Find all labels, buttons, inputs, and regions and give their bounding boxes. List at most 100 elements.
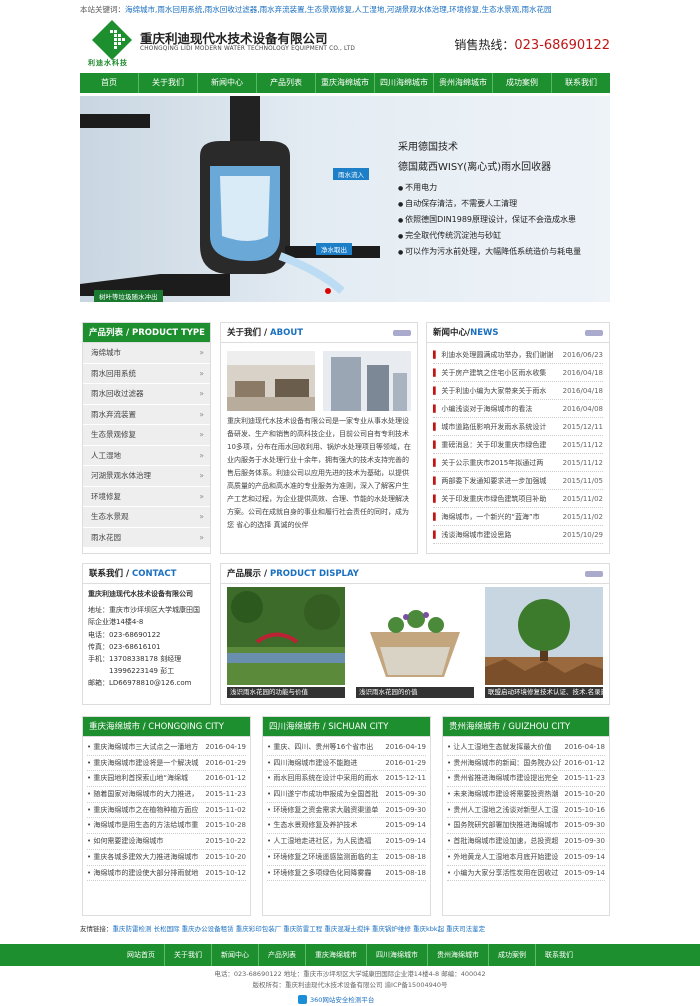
product-item[interactable]: 环境修复 [83, 486, 210, 507]
list-item[interactable]: 四川海绵城市建设不能跑进2016-01-29 [267, 756, 426, 772]
footer-nav-chongqing[interactable]: 重庆海绵城市 [306, 944, 367, 966]
display-item[interactable]: 浅识雨水花园的功能与价值 [227, 587, 345, 698]
list-item-title[interactable]: 雨水回用系统在设计中采用的雨水 [267, 771, 382, 786]
logo-icon[interactable] [90, 18, 134, 62]
list-item[interactable]: 环境修复之环境遥感监测面临的主2015-08-18 [267, 850, 426, 866]
list-item[interactable]: 重庆海绵城市之在植物种植方面应2015-11-02 [87, 803, 246, 819]
list-item-title[interactable]: 海绵城市的建设使大部分排雨就地 [87, 866, 202, 881]
list-item[interactable]: 贵州海绵城市的新闻：国务院办公厅2016-01-12 [447, 756, 605, 772]
list-item[interactable]: 未来海绵城市建设将需要投资热潮2015-10-20 [447, 787, 605, 803]
list-item[interactable]: 小编为大家分享活性炭用在因收过2015-09-14 [447, 866, 605, 882]
display-caption[interactable]: 联盟启动环境修复技术认证、技术.名录建 [485, 687, 603, 698]
footer-nav-guizhou[interactable]: 贵州海绵城市 [428, 944, 489, 966]
list-item[interactable]: 海绵城市的建设使大部分排雨就地2015-10-12 [87, 866, 246, 882]
friend-links-list[interactable]: 重庆防雷检测 长松国际 重庆办公设备租赁 重庆彩印包装厂 重庆防雷工程 重庆混凝… [113, 925, 486, 933]
footer-nav-cases[interactable]: 成功案例 [489, 944, 536, 966]
product-item[interactable]: 生态景观修复 [83, 425, 210, 446]
security-badge-text[interactable]: 360网站安全检测平台 [310, 994, 374, 1004]
list-item-title[interactable]: 未来海绵城市建设将需要投资热潮 [447, 787, 561, 802]
list-item[interactable]: 重庆各城多建效大力推进海绵城市2015-10-20 [87, 850, 246, 866]
list-item-title[interactable]: 重庆海绵城市三大试点之一潘地方 [87, 740, 202, 755]
display-caption[interactable]: 浅识雨水花园的价值 [356, 687, 474, 698]
security-badge[interactable]: 360网站安全检测平台 [298, 994, 374, 1004]
news-item-title[interactable]: 关于房产建筑之住宅小区雨水收集 [441, 364, 558, 381]
news-item[interactable]: ▌ 利迪水处理圆满成功举办，我们谢谢 2016/06/23 [433, 346, 603, 364]
list-item-title[interactable]: 贵州人工湿地之浅谈对新型人工湿 [447, 803, 561, 818]
list-item-title[interactable]: 海绵城市是用生态的方法给城市重 [87, 818, 202, 833]
product-item[interactable]: 雨水回用系统 [83, 363, 210, 384]
list-item[interactable]: 国务院研究部署加快推进海绵城市2015-09-30 [447, 818, 605, 835]
product-item[interactable]: 生态水景观 [83, 507, 210, 528]
nav-guizhou[interactable]: 贵州海绵城市 [434, 73, 493, 93]
news-item-title[interactable]: 海绵城市，一个新兴的“蓝海”市 [441, 508, 558, 525]
display-item[interactable]: 联盟启动环境修复技术认证、技术.名录建 [485, 587, 603, 698]
list-item[interactable]: 重庆海绵城市建设将是一个解决城2016-01-29 [87, 756, 246, 772]
list-item-title[interactable]: 四川遂宁市成功申报成为全国首批 [267, 787, 382, 802]
list-item-title[interactable]: 重庆、四川、贵州等16个省市出 [267, 740, 382, 755]
list-item[interactable]: 外地黄龙人工湿地本月底开始建设2015-09-14 [447, 850, 605, 866]
news-item-title[interactable]: 城市道路低影响开发雨水系统设计 [441, 418, 558, 435]
more-icon[interactable] [393, 330, 411, 336]
list-item-title[interactable]: 重庆海绵城市建设将是一个解决城 [87, 756, 202, 771]
news-item[interactable]: ▌ 关于利迪小编为大家带来关于雨水 2016/04/18 [433, 382, 603, 400]
list-item[interactable]: 重庆园地利首探索山地“海绵城2016-01-12 [87, 771, 246, 788]
list-item[interactable]: 雨水回用系统在设计中采用的雨水2015-12-11 [267, 771, 426, 788]
news-item[interactable]: ▌ 关于房产建筑之住宅小区雨水收集 2016/04/18 [433, 364, 603, 382]
list-item[interactable]: 随着国家对海绵城市的大力推进，2015-11-23 [87, 787, 246, 803]
product-item[interactable]: 海绵城市 [83, 343, 210, 364]
keywords-links[interactable]: 海绵城市,雨水回用系统,雨水回收过滤器,雨水弃流装置,生态景观修复,人工湿地,河… [125, 5, 551, 14]
list-item[interactable]: 首批海绵城市建设加速，总投资超2015-09-30 [447, 834, 605, 850]
news-item[interactable]: ▌ 浅谈海绵城市建设思路 2015/10/29 [433, 526, 603, 544]
news-item-title[interactable]: 关于公示重庆市2015年拟通过两 [441, 454, 558, 471]
nav-home[interactable]: 首页 [80, 73, 139, 93]
nav-products[interactable]: 产品列表 [257, 73, 316, 93]
product-item[interactable]: 河湖景观水体治理 [83, 466, 210, 487]
footer-nav-home[interactable]: 网站首页 [118, 944, 165, 966]
more-icon[interactable] [585, 330, 603, 336]
footer-nav-about[interactable]: 关于我们 [165, 944, 212, 966]
list-item[interactable]: 如何需要建设海绵城市2015-10-22 [87, 834, 246, 850]
list-item-title[interactable]: 小编为大家分享活性炭用在因收过 [447, 866, 561, 881]
slider-dot-active[interactable] [325, 288, 331, 294]
list-item[interactable]: 贵州人工湿地之浅谈对新型人工湿2015-10-16 [447, 803, 605, 819]
list-item-title[interactable]: 人工湿地走进社区，为人民造福 [267, 834, 382, 849]
news-item-title[interactable]: 重磅消息：关于印发重庆市绿色建 [441, 436, 558, 453]
footer-nav-news[interactable]: 新闻中心 [212, 944, 259, 966]
news-item[interactable]: ▌ 重磅消息：关于印发重庆市绿色建 2015/11/12 [433, 436, 603, 454]
nav-sichuan[interactable]: 四川海绵城市 [375, 73, 434, 93]
nav-contact[interactable]: 联系我们 [552, 73, 610, 93]
list-item[interactable]: 让人工湿地生态就发挥最大价值2016-04-18 [447, 740, 605, 756]
list-item-title[interactable]: 重庆各城多建效大力推进海绵城市 [87, 850, 202, 865]
nav-news[interactable]: 新闻中心 [198, 73, 257, 93]
product-item[interactable]: 人工湿地 [83, 445, 210, 466]
list-item[interactable]: 重庆海绵城市三大试点之一潘地方2016-04-19 [87, 740, 246, 756]
list-item[interactable]: 人工湿地走进社区，为人民造福2015-09-14 [267, 834, 426, 850]
list-item-title[interactable]: 环境修复之资金需求大融资渠道单 [267, 803, 382, 818]
news-item-title[interactable]: 关于印发重庆市绿色建筑项目补助 [441, 490, 558, 507]
news-item-title[interactable]: 小编浅谈对于海绵城市的看法 [441, 400, 558, 417]
news-item-title[interactable]: 浅谈海绵城市建设思路 [441, 526, 558, 543]
nav-chongqing[interactable]: 重庆海绵城市 [316, 73, 375, 93]
news-item-title[interactable]: 两部委下发通知要求进一步加强城 [441, 472, 558, 489]
list-item-title[interactable]: 重庆园地利首探索山地“海绵城 [87, 771, 202, 786]
list-item-title[interactable]: 如何需要建设海绵城市 [87, 834, 202, 849]
footer-nav-sichuan[interactable]: 四川海绵城市 [367, 944, 428, 966]
list-item-title[interactable]: 随着国家对海绵城市的大力推进， [87, 787, 202, 802]
display-caption[interactable]: 浅识雨水花园的功能与价值 [227, 687, 345, 698]
news-item[interactable]: ▌ 小编浅谈对于海绵城市的看法 2016/04/08 [433, 400, 603, 418]
news-item[interactable]: ▌ 两部委下发通知要求进一步加强城 2015/11/05 [433, 472, 603, 490]
list-item[interactable]: 重庆、四川、贵州等16个省市出2016-04-19 [267, 740, 426, 756]
list-item-title[interactable]: 四川海绵城市建设不能跑进 [267, 756, 382, 771]
list-item-title[interactable]: 生态水景观修复及养护技术 [267, 818, 382, 833]
banner-slider[interactable]: 雨水流入 净水取出 树叶等垃圾随水冲出 采用德国技术 德国葳西WISY(离心式)… [80, 96, 610, 302]
display-item[interactable]: 浅识雨水花园的价值 [356, 587, 474, 698]
more-icon[interactable] [585, 571, 603, 577]
list-item[interactable]: 四川遂宁市成功申报成为全国首批2015-09-30 [267, 787, 426, 803]
news-item[interactable]: ▌ 城市道路低影响开发雨水系统设计 2015/12/11 [433, 418, 603, 436]
list-item-title[interactable]: 贵州省推进海绵城市建设提出完全 [447, 771, 561, 786]
list-item-title[interactable]: 贵州海绵城市的新闻：国务院办公厅 [447, 756, 561, 771]
news-item-title[interactable]: 关于利迪小编为大家带来关于雨水 [441, 382, 558, 399]
footer-nav-contact[interactable]: 联系我们 [536, 944, 582, 966]
list-item-title[interactable]: 环境修复之多项绿色化同降雾霾 [267, 866, 382, 881]
list-item-title[interactable]: 让人工湿地生态就发挥最大价值 [447, 740, 561, 755]
